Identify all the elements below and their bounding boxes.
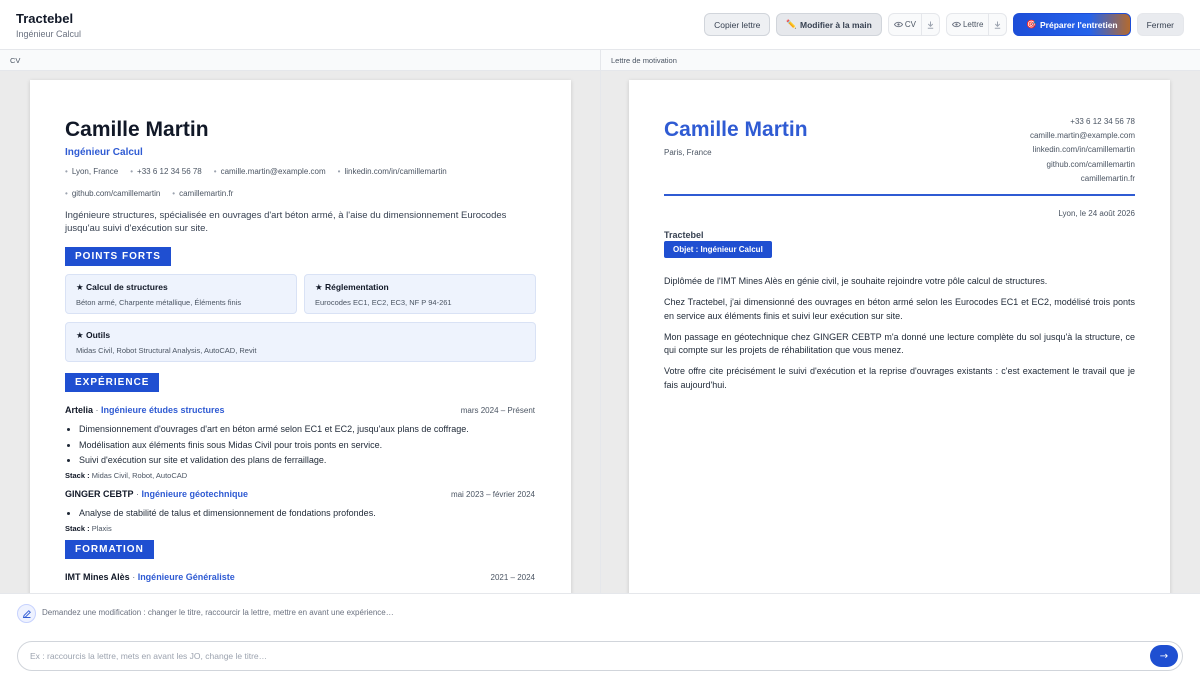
chat-hint: Demandez une modification : changer le t…	[42, 608, 394, 617]
cv-contacts-line-2: github.com/camillemartin camillemartin.f…	[65, 189, 535, 198]
list-item: Analyse de stabilité de talus et dimensi…	[79, 506, 535, 522]
letter-preview-button[interactable]: Lettre	[947, 14, 988, 35]
close-button[interactable]: Fermer	[1136, 13, 1184, 36]
letter-name: Camille Martin	[664, 118, 808, 141]
chat-input[interactable]	[17, 641, 1183, 671]
target-icon: 🎯	[1026, 19, 1037, 29]
letter-paragraph: Votre offre cite précisément le suivi d'…	[664, 366, 1135, 390]
contact-location: Lyon, France	[65, 167, 118, 176]
letter-body: Diplômée de l'IMT Mines Alès en génie ci…	[664, 275, 1135, 400]
cv-contacts-line-1: Lyon, France +33 6 12 34 56 78 camille.m…	[65, 167, 535, 176]
top-bar: Tractebel Ingénieur Calcul Copier lettre…	[0, 0, 1200, 50]
download-icon	[995, 21, 1001, 29]
cv-download-button[interactable]	[920, 14, 939, 35]
skill-card: ★ Réglementation Eurocodes EC1, EC2, EC3…	[304, 274, 536, 314]
arrow-right-icon: →	[1159, 650, 1169, 662]
letter-paragraph: Diplômée de l'IMT Mines Alès en génie ci…	[664, 276, 1048, 286]
edit-note-icon	[17, 604, 36, 623]
pencil-icon: ✏️	[786, 19, 798, 29]
prepare-interview-button[interactable]: 🎯 Préparer l'entretien	[1013, 13, 1131, 36]
letter-paragraph: Mon passage en géotechnique chez GINGER …	[664, 331, 1135, 356]
cv-export-group: CV	[887, 13, 940, 36]
letter-preview-pane[interactable]: Camille Martin Paris, France +33 6 12 34…	[601, 71, 1200, 593]
letter-divider	[664, 194, 1135, 196]
skill-card: ★ Calcul de structures Béton armé, Charp…	[65, 274, 297, 314]
letter-pane-title: Lettre de motivation	[601, 50, 1200, 71]
section-experience: EXPÉRIENCE	[65, 373, 160, 392]
eye-icon	[893, 21, 903, 28]
education-item: IMT Mines Alès · Ingénieure Généraliste …	[65, 572, 535, 582]
letter-export-group: Lettre	[945, 13, 1008, 36]
cv-preview-button[interactable]: CV	[889, 14, 921, 35]
contact-github: github.com/camillemartin	[65, 189, 160, 198]
letter-date: Lyon, le 24 août 2026	[1058, 209, 1135, 218]
contact-linkedin: linkedin.com/in/camillemartin	[338, 167, 446, 176]
experience-item: Artelia · Ingénieure études structures m…	[65, 400, 535, 480]
cv-summary: Ingénieure structures, spécialisée en ou…	[65, 210, 507, 234]
cv-pane-title: CV	[0, 50, 600, 71]
letter-recipient: Tractebel	[664, 230, 704, 240]
cv-role: Ingénieur Calcul	[65, 147, 143, 158]
letter-contacts: +33 6 12 34 56 78 camille.martin@example…	[1029, 117, 1135, 183]
letter-download-button[interactable]	[988, 14, 1006, 35]
letter-city: Paris, France	[664, 148, 712, 157]
toolbar: Copier lettre ✏️ Modifier à la main CV L…	[704, 13, 1184, 36]
edit-manually-button[interactable]: ✏️ Modifier à la main	[776, 13, 882, 36]
cv-page: Camille Martin Ingénieur Calcul Lyon, Fr…	[30, 80, 571, 593]
send-button[interactable]: →	[1150, 645, 1178, 667]
letter-page: Camille Martin Paris, France +33 6 12 34…	[629, 80, 1170, 593]
list-item: Dimensionnement d'ouvrages d'art en béto…	[79, 422, 535, 438]
eye-icon	[951, 21, 961, 28]
list-item: Suivi d'exécution sur site et validation…	[79, 453, 535, 469]
experience-item: GINGER CEBTP · Ingénieure géotechnique m…	[65, 484, 535, 533]
letter-paragraph: Chez Tractebel, j'ai dimensionné des ouv…	[664, 297, 1135, 321]
section-strengths: POINTS FORTS	[65, 247, 171, 266]
skill-card: ★ Outils Midas Civil, Robot Structural A…	[65, 322, 536, 362]
contact-website: camillemartin.fr	[172, 189, 233, 198]
company-title: Tractebel	[16, 11, 74, 26]
cv-name: Camille Martin	[65, 118, 209, 141]
job-subtitle: Ingénieur Calcul	[16, 29, 82, 39]
cv-preview-pane[interactable]: Camille Martin Ingénieur Calcul Lyon, Fr…	[0, 71, 600, 593]
chat-panel: Demandez une modification : changer le t…	[0, 593, 1200, 682]
list-item: Modélisation aux éléments finis sous Mid…	[79, 438, 535, 454]
contact-email: camille.martin@example.com	[214, 167, 326, 176]
download-icon	[927, 21, 934, 29]
copy-letter-button[interactable]: Copier lettre	[704, 13, 771, 36]
letter-subject-badge: Objet : Ingénieur Calcul	[664, 241, 772, 258]
section-education: FORMATION	[65, 540, 154, 559]
contact-phone: +33 6 12 34 56 78	[130, 167, 202, 176]
